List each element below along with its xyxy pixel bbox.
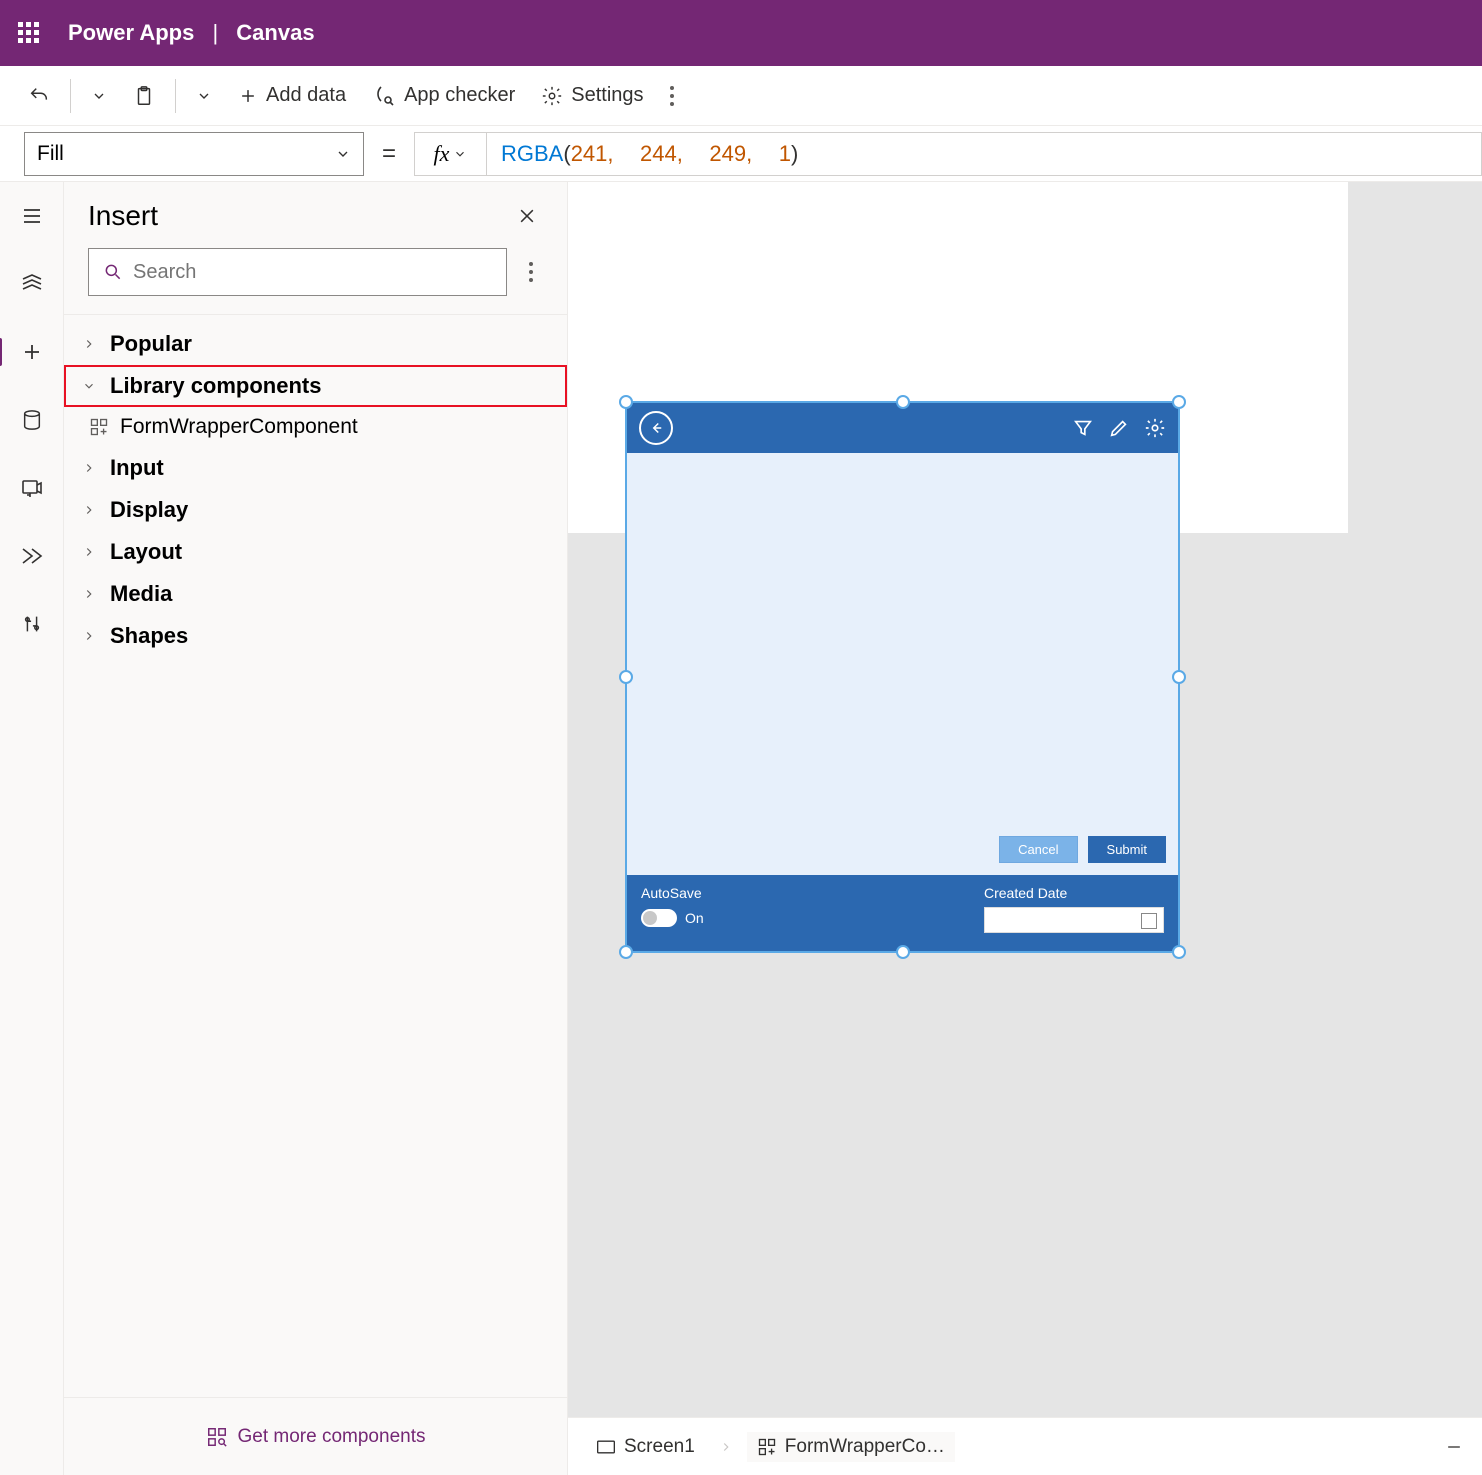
- autosave-value: On: [685, 910, 704, 926]
- more-commands-button[interactable]: [660, 76, 684, 116]
- component-header: [627, 403, 1178, 453]
- chevron-right-icon: [719, 1440, 733, 1454]
- breadcrumb-component[interactable]: FormWrapperCo…: [747, 1432, 955, 1462]
- formwrapper-component-instance: Cancel Submit AutoSave On Created Date: [627, 403, 1178, 951]
- get-more-components-link[interactable]: Get more components: [64, 1397, 567, 1475]
- power-automate-icon[interactable]: [12, 536, 52, 576]
- app-launcher-icon[interactable]: [18, 22, 40, 44]
- resize-handle[interactable]: [619, 670, 633, 684]
- settings-button[interactable]: Settings: [531, 78, 653, 113]
- component-body: Cancel Submit: [627, 453, 1178, 875]
- data-icon[interactable]: [12, 400, 52, 440]
- command-bar: Add data App checker Settings: [0, 66, 1482, 126]
- app-title: Power Apps | Canvas: [68, 20, 315, 46]
- resize-handle[interactable]: [896, 395, 910, 409]
- component-icon: [757, 1437, 777, 1457]
- insert-icon[interactable]: [12, 332, 52, 372]
- category-display[interactable]: Display: [64, 489, 567, 531]
- category-shapes[interactable]: Shapes: [64, 615, 567, 657]
- component-icon: [88, 417, 110, 437]
- paste-dropdown[interactable]: [186, 82, 222, 110]
- undo-dropdown[interactable]: [81, 82, 117, 110]
- formula-input[interactable]: RGBA(241, 244, 249, 1): [486, 132, 1482, 176]
- resize-handle[interactable]: [619, 395, 633, 409]
- formula-bar: Fill = fx RGBA(241, 244, 249, 1): [0, 126, 1482, 182]
- screen-icon: [596, 1439, 616, 1455]
- panel-title: Insert: [88, 200, 158, 232]
- close-panel-button[interactable]: [511, 200, 543, 232]
- components-icon: [206, 1426, 228, 1448]
- filter-icon[interactable]: [1072, 417, 1094, 439]
- insert-panel: Insert Popular Lib: [64, 182, 568, 1475]
- resize-handle[interactable]: [619, 945, 633, 959]
- insert-tree: Popular Library components FormWrapperCo…: [64, 315, 567, 1475]
- breadcrumb-screen[interactable]: Screen1: [586, 1432, 705, 1462]
- chevron-right-icon: [78, 337, 100, 351]
- item-formwrappercomponent[interactable]: FormWrapperComponent: [64, 407, 567, 447]
- selection-box[interactable]: Cancel Submit AutoSave On Created Date: [625, 401, 1180, 953]
- tree-view-icon[interactable]: [12, 264, 52, 304]
- chevron-right-icon: [78, 503, 100, 517]
- resize-handle[interactable]: [1172, 945, 1186, 959]
- search-input[interactable]: [88, 248, 507, 296]
- cancel-button[interactable]: Cancel: [999, 836, 1077, 863]
- breadcrumb: Screen1 FormWrapperCo…: [568, 1417, 1482, 1475]
- category-popular[interactable]: Popular: [64, 323, 567, 365]
- category-layout[interactable]: Layout: [64, 531, 567, 573]
- canvas[interactable]: Cancel Submit AutoSave On Created Date: [568, 182, 1482, 1475]
- category-library-components[interactable]: Library components: [64, 365, 567, 407]
- chevron-right-icon: [78, 587, 100, 601]
- chevron-right-icon: [78, 461, 100, 475]
- submit-button[interactable]: Submit: [1088, 836, 1166, 863]
- zoom-out-button[interactable]: [1444, 1437, 1464, 1457]
- component-footer: AutoSave On Created Date: [627, 875, 1178, 951]
- resize-handle[interactable]: [1172, 670, 1186, 684]
- category-media[interactable]: Media: [64, 573, 567, 615]
- back-icon[interactable]: [639, 411, 673, 445]
- edit-icon[interactable]: [1108, 417, 1130, 439]
- resize-handle[interactable]: [896, 945, 910, 959]
- autosave-label: AutoSave: [641, 885, 704, 901]
- hamburger-icon[interactable]: [12, 196, 52, 236]
- chevron-right-icon: [78, 545, 100, 559]
- paste-button[interactable]: [123, 79, 165, 113]
- tools-icon[interactable]: [12, 604, 52, 644]
- equals-label: =: [364, 140, 414, 168]
- chevron-down-icon: [78, 379, 100, 393]
- fx-button[interactable]: fx: [414, 132, 486, 176]
- app-header: Power Apps | Canvas: [0, 0, 1482, 66]
- gear-icon[interactable]: [1144, 417, 1166, 439]
- category-input[interactable]: Input: [64, 447, 567, 489]
- app-checker-button[interactable]: App checker: [362, 78, 525, 114]
- media-icon[interactable]: [12, 468, 52, 508]
- created-date-label: Created Date: [984, 885, 1164, 901]
- panel-more-button[interactable]: [519, 252, 543, 292]
- resize-handle[interactable]: [1172, 395, 1186, 409]
- property-selector[interactable]: Fill: [24, 132, 364, 176]
- add-data-button[interactable]: Add data: [228, 78, 356, 113]
- undo-button[interactable]: [18, 79, 60, 113]
- created-date-input[interactable]: [984, 907, 1164, 933]
- chevron-right-icon: [78, 629, 100, 643]
- autosave-toggle[interactable]: [641, 909, 677, 927]
- search-icon: [103, 262, 123, 282]
- left-rail: [0, 182, 64, 1475]
